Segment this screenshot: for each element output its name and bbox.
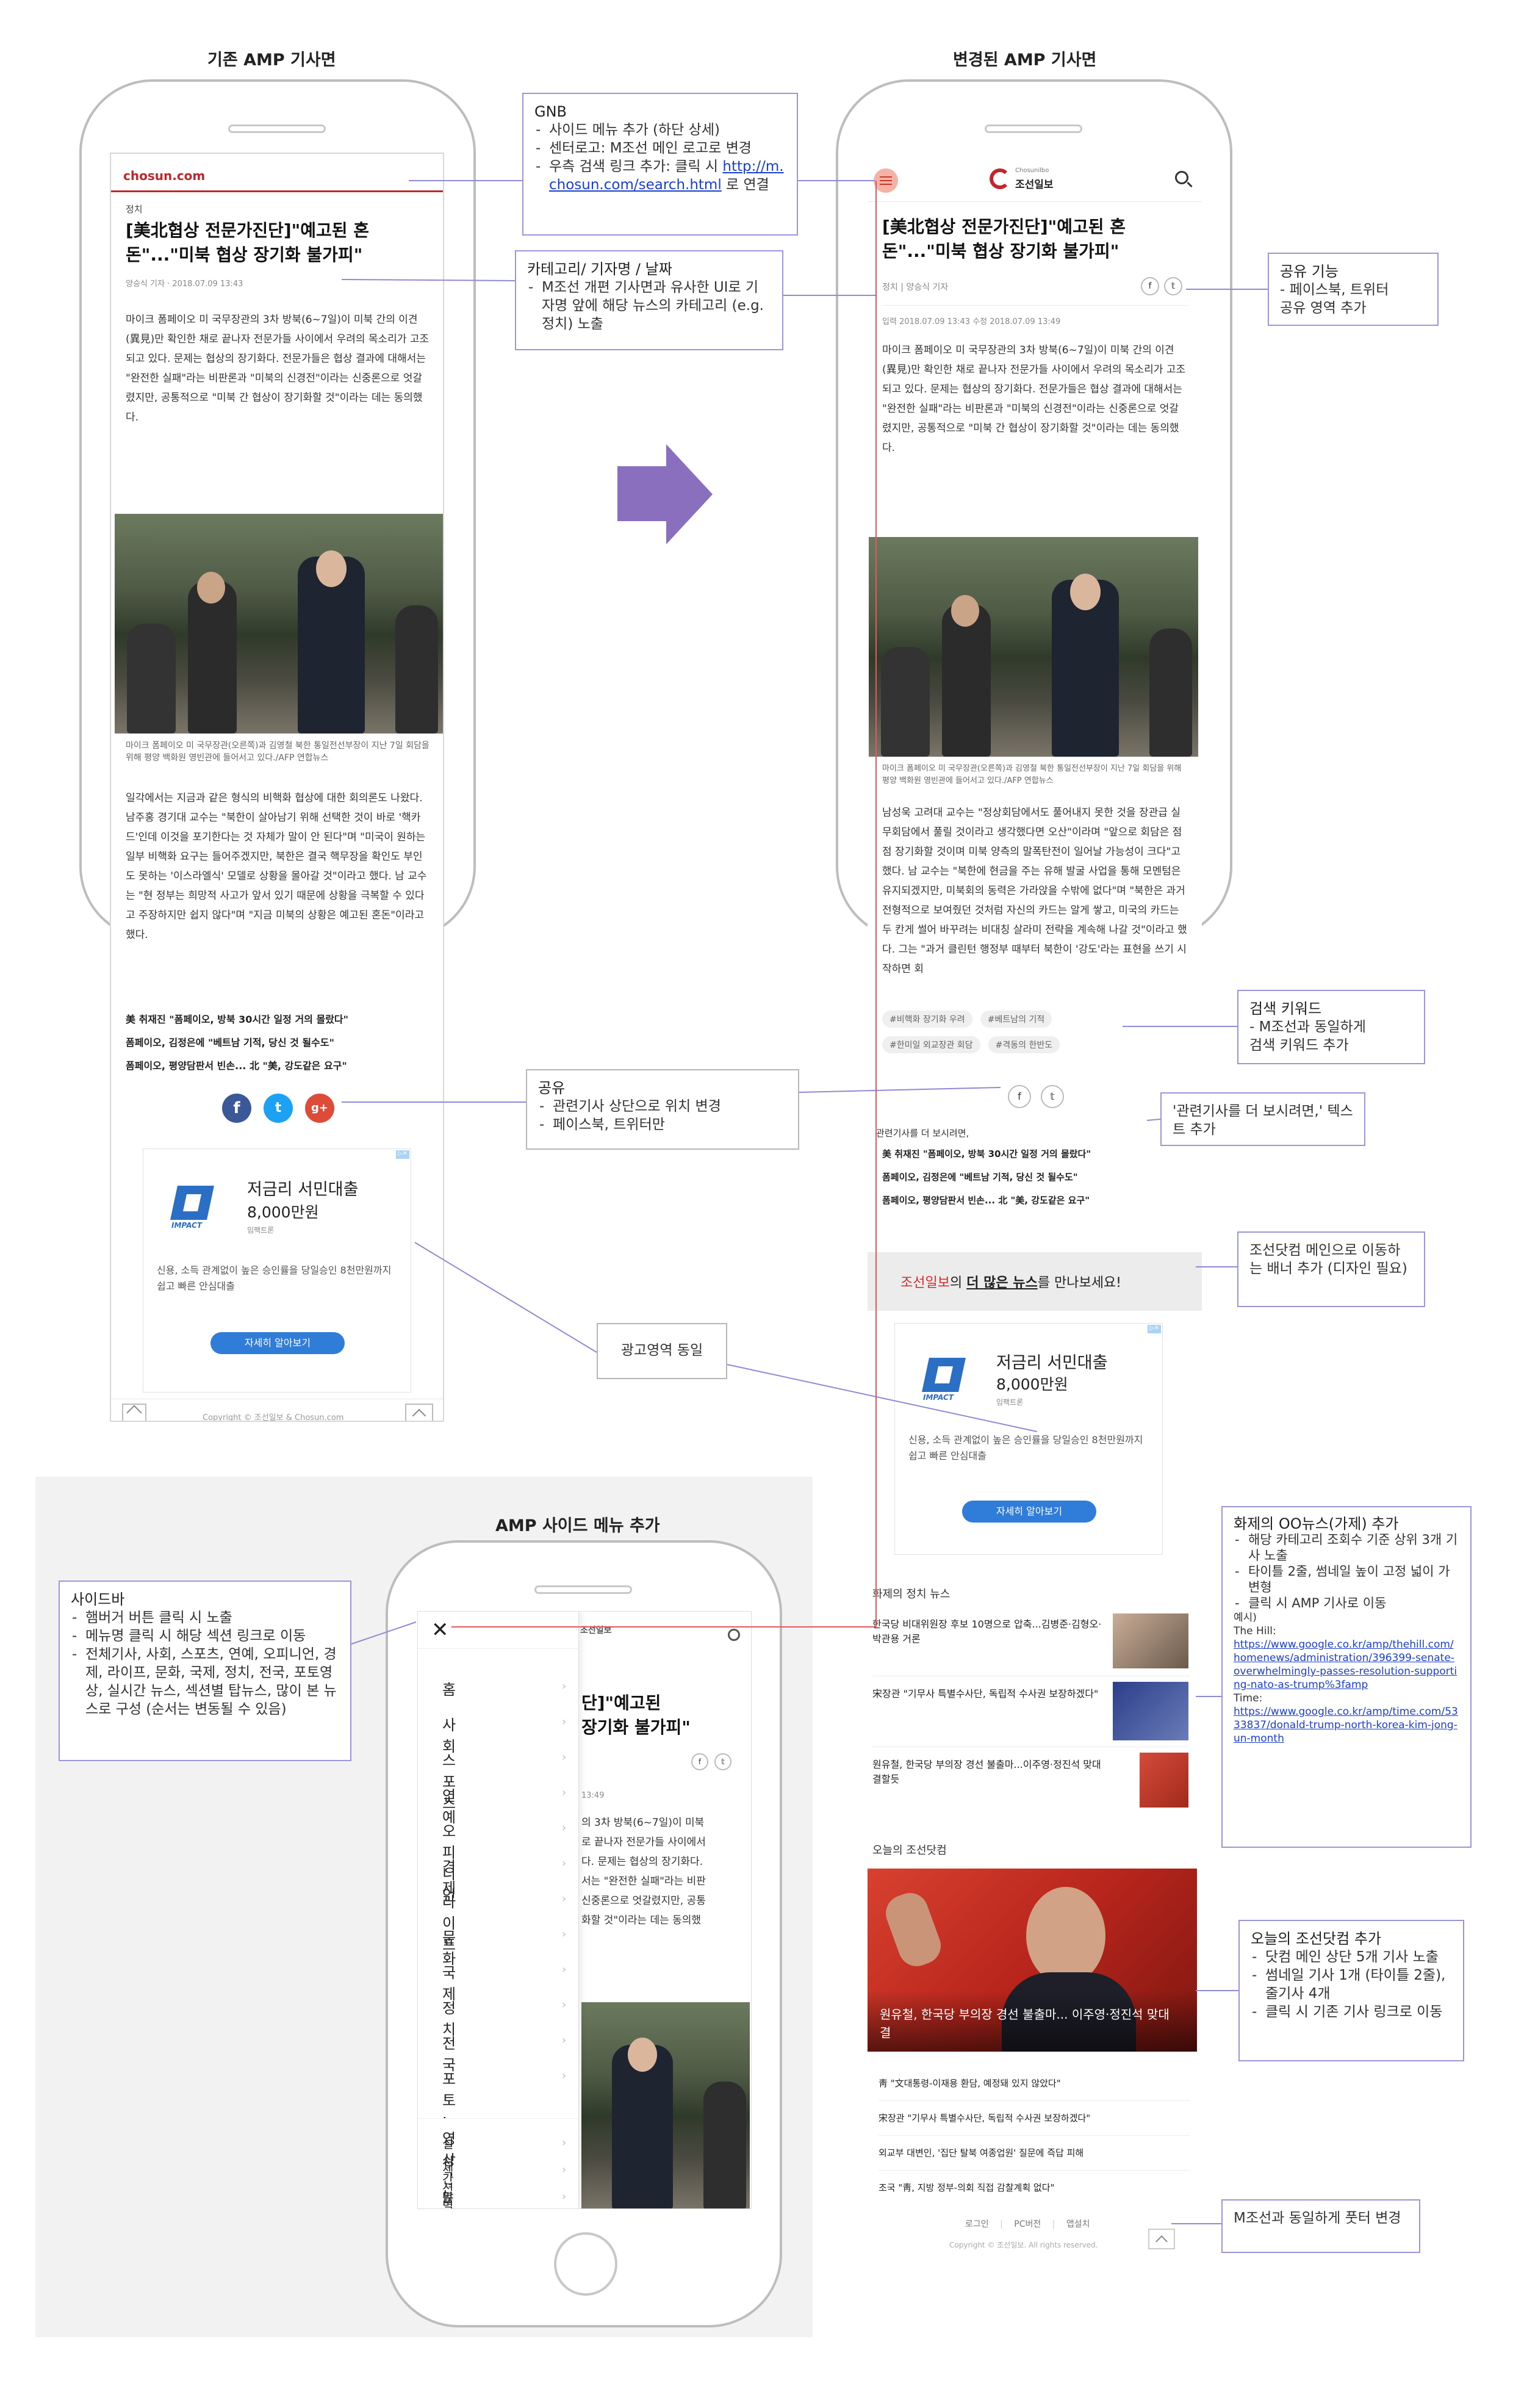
connector-line: [799, 1087, 1001, 1093]
connector-line: [341, 279, 516, 281]
connector-line: [1146, 1119, 1161, 1121]
connector-line: [414, 1242, 597, 1353]
connector-lines: [341, 180, 1268, 2224]
connector-line: [351, 1621, 417, 1645]
connector-line: [727, 1364, 1038, 1432]
